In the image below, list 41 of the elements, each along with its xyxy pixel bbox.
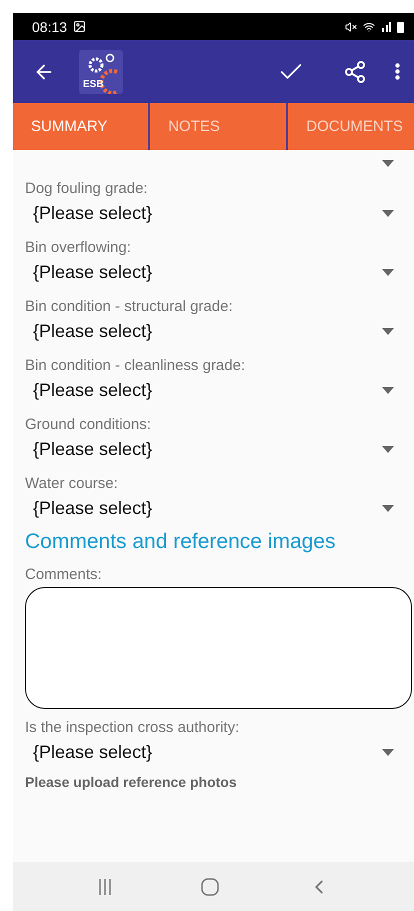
- dropdown[interactable]: {Please select}: [25, 433, 414, 465]
- more-icon: [395, 63, 400, 80]
- dropdown[interactable]: {Please select}: [25, 315, 414, 347]
- gears-logo-icon: ESB: [79, 50, 123, 94]
- mute-icon: [345, 20, 357, 32]
- dropdown[interactable]: {Please select}: [25, 736, 414, 768]
- wifi-icon: [363, 20, 375, 32]
- recent-apps-button[interactable]: [98, 878, 112, 894]
- recent-apps-icon: [98, 878, 112, 894]
- menu-button[interactable]: [395, 63, 400, 80]
- field-label: Bin overflowing:: [25, 239, 132, 256]
- home-icon: [200, 878, 218, 896]
- dropdown-caret-icon: [382, 268, 394, 276]
- dropdown-caret-icon: [382, 504, 394, 512]
- dropdown[interactable]: {Please select}: [25, 374, 414, 406]
- upload-note: Please upload reference photos: [25, 774, 238, 790]
- field-label: Comments:: [25, 566, 103, 583]
- field-label: Bin condition - structural grade:: [25, 298, 234, 315]
- share-button[interactable]: [343, 60, 367, 84]
- field-label: Bin condition - cleanliness grade:: [25, 357, 246, 374]
- field-label: Dog fouling grade:: [25, 180, 149, 197]
- section-heading: Comments and reference images: [25, 530, 336, 554]
- field-label: Is the inspection cross authority:: [25, 719, 240, 736]
- dropdown-caret-icon: [382, 160, 394, 166]
- dropdown-caret-icon: [382, 446, 394, 452]
- signal-icon: [381, 22, 391, 32]
- dropdown-caret-icon: [382, 328, 394, 334]
- comments-field[interactable]: [25, 587, 412, 709]
- home-button[interactable]: [200, 878, 218, 896]
- dropdown-caret-icon: [382, 748, 394, 756]
- dropdown[interactable]: {Please select}: [25, 492, 414, 524]
- field-label: Ground conditions:: [25, 416, 152, 433]
- share-icon: [343, 60, 367, 84]
- dropdown-caret-icon: [382, 386, 394, 394]
- field-label: Water course:: [25, 475, 119, 492]
- image-icon: [73, 20, 86, 33]
- battery-icon: [397, 20, 404, 32]
- status-time: 08:13: [32, 18, 68, 34]
- dropdown[interactable]: {Please select}: [25, 197, 414, 229]
- dropdown-caret-icon: [382, 210, 394, 216]
- dropdown[interactable]: {Please select}: [25, 256, 414, 288]
